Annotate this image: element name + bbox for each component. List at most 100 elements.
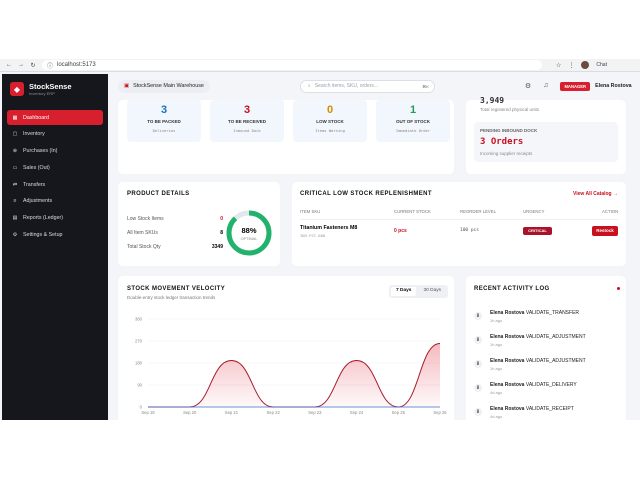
stat-sub: Immediate Order [395, 128, 431, 133]
activity-icon: ⬇ [474, 312, 482, 320]
item-sku: INV-FST-008 [300, 233, 326, 238]
activity-user: Elena Rostova [490, 310, 525, 316]
app-root: ◆ StockSense Inventory ERP ▦ Dashboard ▢ I… [0, 72, 640, 426]
activity-user: Elena Rostova [490, 358, 525, 364]
column-header: ITEM SKU [300, 209, 321, 214]
activity-time: 4d ago [490, 414, 503, 419]
sidebar-item-transfers[interactable]: ⇄ Transfers [7, 177, 103, 192]
user-name[interactable]: Elena Rostova [595, 83, 632, 89]
sidebar-item-label: Purchases (In) [23, 148, 58, 155]
x-tick-label: Sep 21 [225, 410, 239, 415]
activity-item: ⬇ Elena Rostova VALIDATE_ADJUSTMENT 1h ag… [474, 358, 586, 371]
urgency-badge: CRITICAL [523, 227, 552, 235]
sidebar-item-label: Settings & Setup [23, 232, 63, 239]
gear-icon[interactable]: ⚙ [525, 82, 531, 90]
column-header: ACTION [602, 209, 619, 214]
stat-low-stock[interactable]: 0 LOW STOCK Items Warning [293, 100, 367, 142]
sliders-icon: ≡ [13, 198, 17, 205]
search-icon: ⌕ [307, 83, 311, 89]
sidebar-item-label: Sales (Out) [23, 164, 50, 171]
sidebar: ◆ StockSense Inventory ERP ▦ Dashboard ▢ I… [2, 74, 108, 420]
restock-button[interactable]: Restock [592, 226, 618, 236]
back-icon[interactable]: ← [6, 62, 12, 69]
extensions-icon[interactable]: ⋮ [568, 62, 574, 69]
report-icon: ▤ [12, 215, 18, 222]
profile-avatar[interactable] [581, 61, 590, 69]
column-header: URGENCY [523, 209, 545, 214]
activity-action: VALIDATE_RECEIPT [525, 406, 574, 412]
y-tick-label: 0 [140, 405, 143, 410]
search-input[interactable]: ⌕ Search items, SKU, orders... ⌘K [299, 79, 435, 93]
sidebar-item-sales[interactable]: ▭ Sales (Out) [7, 160, 103, 175]
detail-label: Low Stock Items [127, 216, 164, 222]
detail-label: All Item SKUs [127, 230, 158, 236]
series-area [148, 343, 440, 407]
x-tick-label: Sep 24 [350, 410, 364, 415]
activity-icon: ⬇ [474, 360, 482, 368]
grid-icon: ▦ [12, 114, 18, 121]
stat-value: 3 [160, 104, 168, 116]
bookmark-icon[interactable]: ☆ [556, 62, 561, 69]
x-tick-label: Sep 23 [308, 410, 322, 415]
inbound-card: 3,949 Total registered physical units PE… [466, 96, 626, 174]
inbound-value: 3 Orders [480, 137, 524, 147]
desktop-background [0, 0, 640, 59]
role-badge: MANAGER [560, 81, 591, 91]
table-divider [300, 219, 618, 220]
activity-time: 1h ago [490, 366, 503, 371]
gauge-value: 88% [241, 226, 257, 235]
stat-label: TO BE PACKED [147, 119, 181, 124]
truck-icon: ▭ [12, 164, 18, 171]
stat-value: 3 [243, 104, 251, 116]
sidebar-item-label: Inventory [23, 131, 45, 138]
address-bar[interactable]: ⓘ localhost:5173 [42, 60, 542, 70]
stat-label: LOW STOCK [316, 119, 344, 124]
units-value: 3,949 [480, 96, 505, 105]
sidebar-item-label: Transfers [23, 181, 46, 188]
search-shortcut: ⌘K [422, 83, 429, 89]
chat-button[interactable]: Chat [596, 62, 607, 68]
stat-out-of-stock[interactable]: 1 OUT OF STOCK Immediate Order [376, 100, 450, 142]
stats-card: 3 TO BE PACKED Deliveries 3 TO BE RECEIV… [118, 100, 454, 174]
url-text: localhost:5173 [57, 62, 96, 68]
gauge-label: OPTIMAL [240, 237, 258, 241]
y-tick-label: 180 [135, 361, 143, 366]
table-header: ITEM SKU CURRENT STOCK REORDER LEVEL URG… [300, 209, 618, 217]
pending-inbound-box[interactable]: PENDING INBOUND DOCK 3 Orders Incoming s… [474, 122, 618, 162]
replenishment-title: CRITICAL LOW STOCK REPLENISHMENT [300, 191, 432, 197]
activity-time: 1h ago [490, 318, 503, 323]
warehouse-selector[interactable]: ▣ StockSense Main Warehouse [118, 79, 210, 93]
tab-30-days[interactable]: 30 Days [418, 287, 446, 296]
reload-icon[interactable]: ↻ [30, 62, 36, 69]
sidebar-item-inventory[interactable]: ▢ Inventory [7, 127, 103, 142]
activity-icon: ⬇ [474, 336, 482, 344]
sidebar-item-reports[interactable]: ▤ Reports (Ledger) [7, 211, 103, 226]
item-name: Titanium Fasteners M8 [300, 225, 358, 231]
sidebar-item-dashboard[interactable]: ▦ Dashboard [7, 110, 103, 125]
detail-row: Total Stock Qty 3349 [127, 244, 223, 250]
column-header: REORDER LEVEL [460, 209, 497, 214]
detail-value: 0 [220, 216, 223, 222]
sidebar-item-settings[interactable]: ⚙ Settings & Setup [7, 228, 103, 243]
stat-to-be-packed[interactable]: 3 TO BE PACKED Deliveries [127, 100, 201, 142]
stat-sub: Inbound Dock [233, 128, 261, 133]
warehouse-icon: ▣ [124, 83, 130, 89]
x-tick-label: Sep 26 [433, 410, 447, 415]
x-tick-label: Sep 19 [141, 410, 155, 415]
stat-sub: Deliveries [152, 128, 176, 133]
tab-7-days[interactable]: 7 Days [391, 287, 417, 296]
activity-item: ⬇ Elena Rostova VALIDATE_RECEIPT 4d ago [474, 406, 574, 419]
velocity-title: STOCK MOVEMENT VELOCITY [127, 286, 226, 292]
activity-title: RECENT ACTIVITY LOG [474, 286, 550, 292]
view-all-catalog-link[interactable]: View All Catalog → [573, 191, 618, 197]
activity-action: VALIDATE_ADJUSTMENT [525, 334, 586, 340]
stat-to-be-received[interactable]: 3 TO BE RECEIVED Inbound Dock [210, 100, 284, 142]
activity-action: VALIDATE_TRANSFER [525, 310, 580, 316]
sidebar-item-purchases[interactable]: ⊕ Purchases (In) [7, 144, 103, 159]
live-dot [617, 287, 620, 290]
browser-toolbar: ← → ↻ ⓘ localhost:5173 ☆ ⋮ Chat [0, 59, 640, 72]
activity-user: Elena Rostova [490, 406, 525, 412]
sidebar-item-adjustments[interactable]: ≡ Adjustments [7, 194, 103, 209]
bell-icon[interactable]: ♫ [543, 82, 548, 90]
forward-icon[interactable]: → [18, 62, 24, 69]
